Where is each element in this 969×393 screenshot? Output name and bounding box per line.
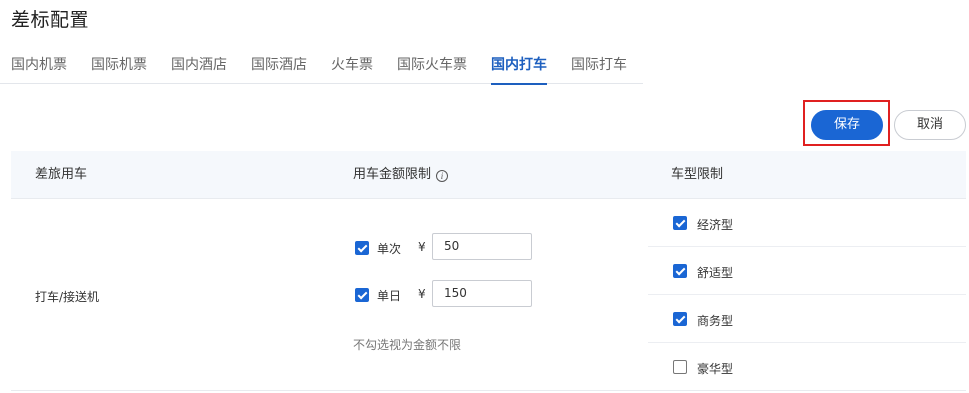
car-type-label-economy: 经济型 [697,218,734,232]
tab-international-train[interactable]: 国际火车票 [397,54,467,84]
info-icon[interactable]: i [436,170,449,182]
tab-domestic-hotel[interactable]: 国内酒店 [171,54,227,84]
cancel-button[interactable]: 取消 [894,110,966,140]
tab-international-flight[interactable]: 国际机票 [91,54,147,84]
daily-currency: ¥ [418,287,426,301]
tab-international-taxi[interactable]: 国际打车 [571,54,627,84]
page-title: 差标配置 [11,9,90,31]
tab-bar: 国内机票 国际机票 国内酒店 国际酒店 火车票 国际火车票 国内打车 国际打车 [0,54,643,85]
header-divider [11,198,966,199]
car-type-checkbox-comfort[interactable] [673,264,687,278]
single-label: 单次 [377,242,402,256]
car-type-label-luxury: 豪华型 [697,362,734,376]
amount-hint: 不勾选视为金额不限 [353,338,462,352]
tab-domestic-flight[interactable]: 国内机票 [11,54,67,84]
car-type-divider [648,294,966,295]
single-checkbox[interactable] [355,241,369,255]
car-type-checkbox-luxury[interactable] [673,360,687,374]
tab-train[interactable]: 火车票 [331,54,373,84]
tab-domestic-taxi[interactable]: 国内打车 [491,54,547,85]
single-currency: ¥ [418,240,426,254]
header-car-type: 车型限制 [671,167,724,182]
car-type-label-business: 商务型 [697,314,734,328]
header-amount-limit-label: 用车金额限制 [353,167,432,182]
car-type-label-comfort: 舒适型 [697,266,734,280]
daily-checkbox[interactable] [355,288,369,302]
car-type-checkbox-economy[interactable] [673,216,687,230]
tab-international-hotel[interactable]: 国际酒店 [251,54,307,84]
header-travel-car: 差旅用车 [35,167,88,182]
car-type-checkbox-business[interactable] [673,312,687,326]
save-button[interactable]: 保存 [811,110,883,140]
row-label: 打车/接送机 [35,290,100,304]
single-amount-input[interactable]: 50 [432,233,532,260]
row-bottom-divider [11,390,966,391]
car-type-divider [648,342,966,343]
daily-label: 单日 [377,289,402,303]
daily-amount-input[interactable]: 150 [432,280,532,307]
table-header: 差旅用车 用车金额限制 i 车型限制 [11,151,966,198]
car-type-divider [648,246,966,247]
header-amount-limit: 用车金额限制 i [353,151,449,198]
